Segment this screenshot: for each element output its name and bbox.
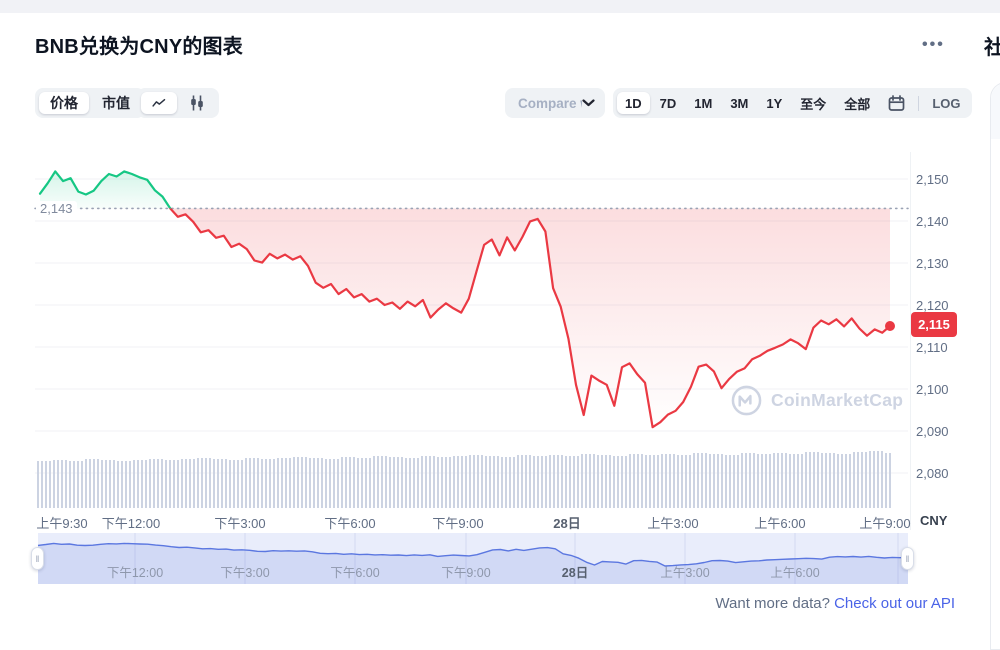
coinmarketcap-logo-icon: [731, 385, 762, 416]
navigator-left-handle[interactable]: ‖: [31, 547, 44, 570]
x-axis-tick: 上午9:00: [859, 513, 910, 532]
y-axis-tick: 2,120: [916, 298, 964, 313]
axis-currency-label: CNY: [920, 513, 947, 528]
navigator-axis-tick: 下午6:00: [330, 562, 379, 581]
y-axis-tick: 2,110: [916, 340, 964, 355]
price-chart[interactable]: [0, 0, 1000, 650]
x-axis-tick: 28日: [553, 513, 580, 532]
x-axis-tick: 下午12:00: [102, 513, 161, 532]
navigator-axis-tick: 下午3:00: [220, 562, 269, 581]
navigator-axis-tick: 28日: [562, 562, 588, 581]
api-promo-text: Want more data?: [715, 595, 834, 612]
x-axis-tick: 上午3:00: [647, 513, 698, 532]
x-axis-tick: 下午6:00: [324, 513, 375, 532]
navigator-axis-tick: 下午9:00: [441, 562, 490, 581]
navigator-axis-tick: 上午6:00: [770, 562, 819, 581]
api-promo-row: Want more data? Check out our API: [0, 595, 955, 612]
last-price-dot: [885, 321, 895, 331]
navigator-right-handle[interactable]: ‖: [901, 547, 914, 570]
y-axis-tick: 2,150: [916, 172, 964, 187]
navigator-axis-tick: 上午3:00: [660, 562, 709, 581]
y-axis-tick: 2,090: [916, 424, 964, 439]
y-axis-tick: 2,140: [916, 214, 964, 229]
volume-bars: [37, 451, 891, 508]
x-axis-tick: 上午6:00: [754, 513, 805, 532]
x-axis-tick: 下午3:00: [214, 513, 265, 532]
coinmarketcap-watermark: CoinMarketCap: [731, 385, 903, 416]
watermark-text: CoinMarketCap: [771, 390, 903, 411]
y-axis-tick: 2,130: [916, 256, 964, 271]
x-axis-tick: 上午9:30: [36, 513, 87, 532]
x-axis-tick: 下午9:00: [432, 513, 483, 532]
baseline-price-label: 2,143: [36, 201, 77, 216]
api-link[interactable]: Check out our API: [834, 595, 955, 612]
y-axis-tick: 2,100: [916, 382, 964, 397]
current-price-badge: 2,115: [911, 312, 957, 337]
navigator-axis-tick: 下午12:00: [107, 562, 163, 581]
y-axis-tick: 2,080: [916, 466, 964, 481]
